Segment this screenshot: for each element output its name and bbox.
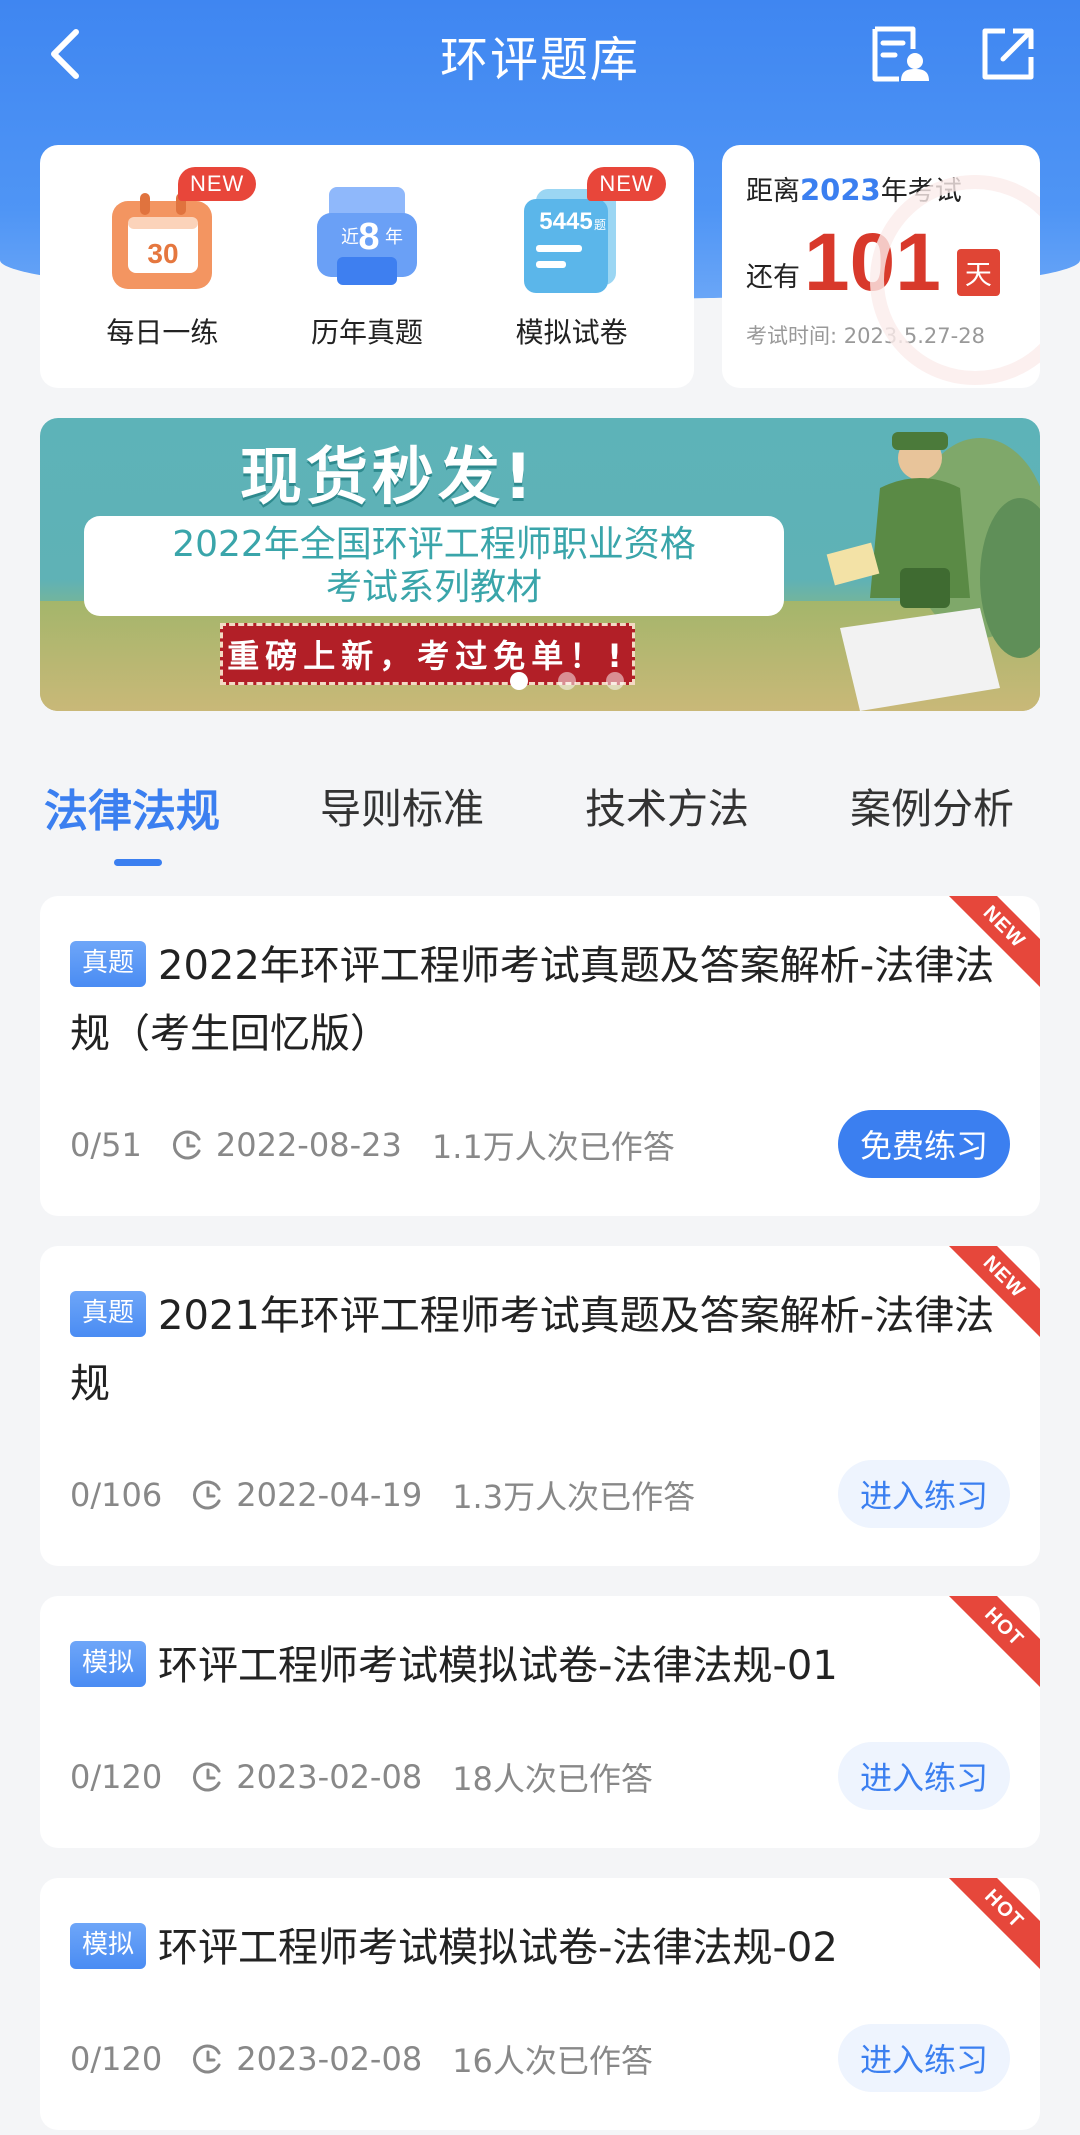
item-title: 真题 2021年环评工程师考试真题及答案解析-法律法规 xyxy=(70,1291,995,1407)
tab-laws[interactable]: 法律法规 xyxy=(44,775,220,839)
exam-printer-icon: 近 8 年 xyxy=(311,183,423,295)
item-title: 真题 2022年环评工程师考试真题及答案解析-法律法规（考生回忆版） xyxy=(70,941,995,1057)
back-icon[interactable] xyxy=(36,24,96,84)
quick-entry-label: 历年真题 xyxy=(310,316,423,349)
list-item[interactable]: HOT 模拟 环评工程师考试模拟试卷-法律法规-01 0/120 2023-02-… xyxy=(40,1596,1040,1848)
item-progress: 0/106 xyxy=(70,1476,163,1514)
item-answer-count: 1.1万人次已作答 xyxy=(431,1128,675,1166)
new-badge: NEW xyxy=(178,167,257,201)
svg-text:年: 年 xyxy=(385,227,403,247)
item-meta: 0/106 2022-04-19 1.3万人次已作答 xyxy=(70,1472,695,1518)
item-date: 2022-04-19 xyxy=(236,1476,423,1514)
svg-text:8: 8 xyxy=(358,216,379,258)
enter-practice-button[interactable]: 进入练习 xyxy=(837,1742,1010,1810)
item-tag: 真题 xyxy=(70,941,147,987)
banner-subtitle-line2: 考试系列教材 xyxy=(325,567,542,608)
top-bar: 环评题库 xyxy=(0,0,1080,110)
carousel-dots xyxy=(510,672,624,690)
remain-label: 还有 xyxy=(746,262,800,293)
carousel-dot[interactable] xyxy=(558,672,576,690)
past-exams-entry[interactable]: 近 8 年 历年真题 xyxy=(277,183,457,351)
banner-subtitle-line1: 2022年全国环评工程师职业资格 xyxy=(172,523,696,565)
new-badge: NEW xyxy=(587,167,666,201)
svg-text:近: 近 xyxy=(341,227,359,247)
item-tag: 真题 xyxy=(70,1291,147,1337)
item-tag: 模拟 xyxy=(70,1641,147,1687)
active-tab-indicator xyxy=(114,859,162,866)
item-progress: 0/120 xyxy=(70,1758,163,1796)
item-title: 模拟 环评工程师考试模拟试卷-法律法规-02 xyxy=(70,1914,1010,1982)
item-progress: 0/120 xyxy=(70,2040,163,2078)
quick-entry-card: 30 NEW 每日一练 近 8 年 历年真题 5445 题 NEW 模拟试卷 xyxy=(40,145,694,388)
daily-practice-entry[interactable]: 30 NEW 每日一练 xyxy=(72,167,257,351)
item-answer-count: 18人次已作答 xyxy=(452,1760,653,1798)
svg-text:30: 30 xyxy=(148,238,179,269)
free-practice-button[interactable]: 免费练习 xyxy=(837,1110,1010,1178)
tab-guidelines[interactable]: 导则标准 xyxy=(320,775,484,835)
item-meta: 0/51 2022-08-23 1.1万人次已作答 xyxy=(70,1122,675,1168)
item-tag: 模拟 xyxy=(70,1923,147,1969)
item-date: 2023-02-08 xyxy=(236,1758,423,1796)
clock-icon xyxy=(193,2044,221,2074)
page-title: 环评题库 xyxy=(439,32,640,88)
exam-year: 2023 xyxy=(800,173,881,207)
clock-icon xyxy=(172,1130,201,1160)
list-item[interactable]: NEW 真题 2021年环评工程师考试真题及答案解析-法律法规 0/106 202… xyxy=(40,1246,1040,1566)
item-answer-count: 1.3万人次已作答 xyxy=(452,1478,696,1516)
item-title: 模拟 环评工程师考试模拟试卷-法律法规-01 xyxy=(70,1632,1010,1700)
clock-icon xyxy=(193,1480,221,1510)
mock-papers-entry[interactable]: 5445 题 NEW 模拟试卷 xyxy=(482,167,666,351)
carousel-dot[interactable] xyxy=(510,672,528,690)
courier-illustration-icon xyxy=(826,432,1040,711)
enter-practice-button[interactable]: 进入练习 xyxy=(837,2024,1010,2092)
profile-list-icon[interactable] xyxy=(866,20,934,88)
item-date: 2022-08-23 xyxy=(215,1126,402,1164)
carousel-dot[interactable] xyxy=(606,672,624,690)
item-meta: 0/120 2023-02-08 16人次已作答 xyxy=(70,2036,653,2082)
quick-entry-label: 模拟试卷 xyxy=(515,316,628,349)
item-date: 2023-02-08 xyxy=(236,2040,423,2078)
quick-entry-label: 每日一练 xyxy=(106,316,219,349)
enter-practice-button[interactable]: 进入练习 xyxy=(837,1460,1010,1528)
tab-case-analysis[interactable]: 案例分析 xyxy=(850,775,1014,835)
banner-headline: 现货秒发! xyxy=(240,440,537,513)
subject-tabs: 法律法规 导则标准 技术方法 案例分析 xyxy=(0,760,1080,880)
item-meta: 0/120 2023-02-08 18人次已作答 xyxy=(70,1754,653,1800)
exam-countdown-card: 距离2023年考试 还有 101 天 考试时间: 2023.5.27-28 xyxy=(722,145,1040,388)
item-answer-count: 16人次已作答 xyxy=(452,2042,653,2080)
svg-text:题: 题 xyxy=(594,218,606,232)
svg-text:5445: 5445 xyxy=(539,208,592,235)
item-progress: 0/51 xyxy=(70,1126,142,1164)
tab-tech-methods[interactable]: 技术方法 xyxy=(585,775,749,835)
clock-icon xyxy=(193,1762,221,1792)
list-item[interactable]: HOT 模拟 环评工程师考试模拟试卷-法律法规-02 0/120 2023-02-… xyxy=(40,1878,1040,2130)
list-item[interactable]: NEW 真题 2022年环评工程师考试真题及答案解析-法律法规（考生回忆版） 0/… xyxy=(40,896,1040,1216)
share-icon[interactable] xyxy=(974,20,1042,88)
banner-subtitle-box: 2022年全国环评工程师职业资格 考试系列教材 xyxy=(84,516,784,616)
promo-banner[interactable]: 现货秒发! 2022年全国环评工程师职业资格 考试系列教材 重磅上新，考过免单！… xyxy=(40,418,1040,711)
